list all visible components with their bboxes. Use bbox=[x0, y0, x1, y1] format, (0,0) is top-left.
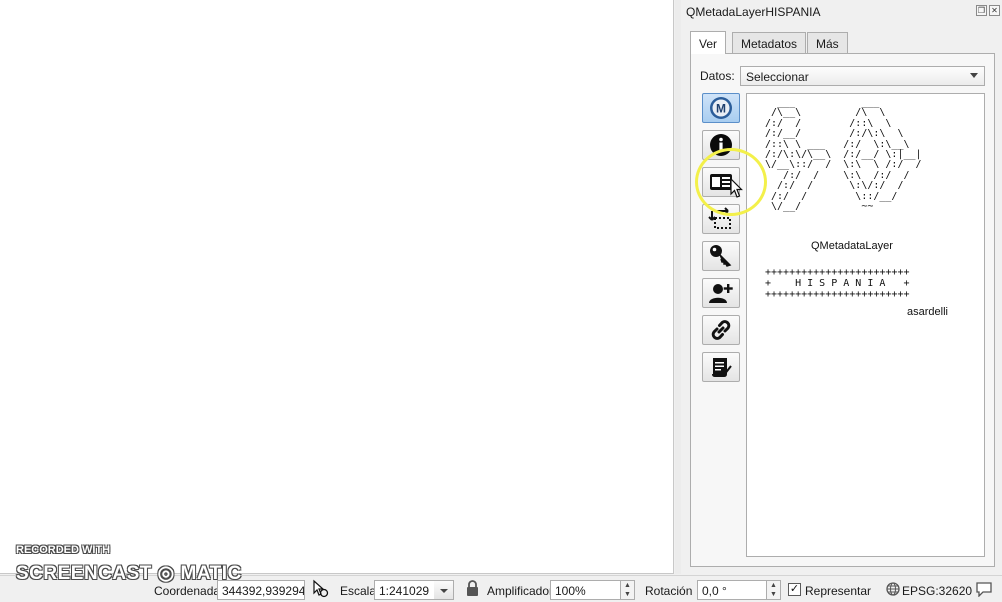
crs-label[interactable]: EPSG:32620 bbox=[902, 584, 972, 598]
metadata-logo-icon: M bbox=[710, 97, 732, 119]
lock-icon[interactable] bbox=[466, 580, 479, 600]
map-canvas[interactable] bbox=[0, 0, 674, 574]
magnifier-label: Amplificador bbox=[487, 584, 554, 598]
dock-title: QMetadaLayerHISPANIA bbox=[686, 5, 821, 19]
rotation-label: Rotación bbox=[645, 584, 693, 598]
svg-text:M: M bbox=[716, 102, 726, 116]
key-icon bbox=[710, 245, 732, 267]
chevron-down-icon bbox=[970, 73, 978, 78]
datos-select[interactable]: Seleccionar bbox=[740, 66, 985, 86]
key-button[interactable] bbox=[702, 241, 740, 271]
messages-icon[interactable] bbox=[976, 581, 992, 600]
add-user-button[interactable] bbox=[702, 278, 740, 308]
link-button[interactable] bbox=[702, 315, 740, 345]
magnifier-spin-button[interactable]: ▲ ▼ bbox=[621, 580, 635, 600]
link-icon bbox=[711, 320, 731, 340]
ascii-logo-caption: QMetadataLayer bbox=[811, 240, 893, 252]
render-checkbox[interactable]: ✓ bbox=[788, 583, 801, 596]
rotation-spin-button[interactable]: ▲ ▼ bbox=[767, 580, 781, 600]
tab-pane-ver: Datos: Seleccionar M ___ ___ /\__\ /\ \ … bbox=[690, 53, 995, 567]
scale-field[interactable]: 1:241029 bbox=[374, 580, 435, 600]
ascii-logo: ___ ___ /\__\ /\ \ /:/ / /::\ \ /:/__/ /… bbox=[765, 97, 922, 213]
tab-mas[interactable]: Más bbox=[807, 32, 848, 54]
render-label: Representar bbox=[805, 584, 872, 598]
datos-select-value: Seleccionar bbox=[746, 70, 809, 84]
scale-dropdown-button[interactable] bbox=[434, 580, 454, 600]
scale-label: Escala bbox=[340, 584, 377, 598]
hand-cursor-icon bbox=[730, 178, 743, 198]
watermark-recorded-label: RECORDED WITH bbox=[16, 544, 111, 556]
globe-icon[interactable] bbox=[886, 582, 900, 599]
mouse-coords-toggle-icon[interactable] bbox=[311, 579, 329, 602]
tab-ver[interactable]: Ver bbox=[690, 31, 727, 54]
add-user-icon bbox=[709, 284, 733, 303]
coordinate-label: Coordenada bbox=[154, 584, 221, 598]
metadata-dock-panel: QMetadaLayerHISPANIA ❐ ✕ Ver Metadatos M… bbox=[681, 0, 1002, 574]
metadata-view-area: ___ ___ /\__\ /\ \ /:/ / /::\ \ /:/__/ /… bbox=[746, 93, 985, 557]
close-icon[interactable]: ✕ bbox=[989, 5, 1000, 16]
datos-label: Datos: bbox=[700, 69, 735, 83]
author-label: asardelli bbox=[907, 306, 948, 318]
float-icon[interactable]: ❐ bbox=[976, 5, 987, 16]
metadata-view-button[interactable]: M bbox=[702, 93, 740, 123]
magnifier-field[interactable]: 100% bbox=[550, 580, 621, 600]
tab-metadatos[interactable]: Metadatos bbox=[732, 32, 807, 54]
watermark-brand-label: SCREENCAST ◎ MATIC bbox=[16, 563, 242, 584]
scroll-icon bbox=[712, 358, 732, 377]
rotation-field[interactable]: 0,0 ° bbox=[697, 580, 767, 600]
hispania-banner: ++++++++++++++++++++++++ + H I S P A N I… bbox=[765, 267, 910, 300]
scroll-button[interactable] bbox=[702, 352, 740, 382]
